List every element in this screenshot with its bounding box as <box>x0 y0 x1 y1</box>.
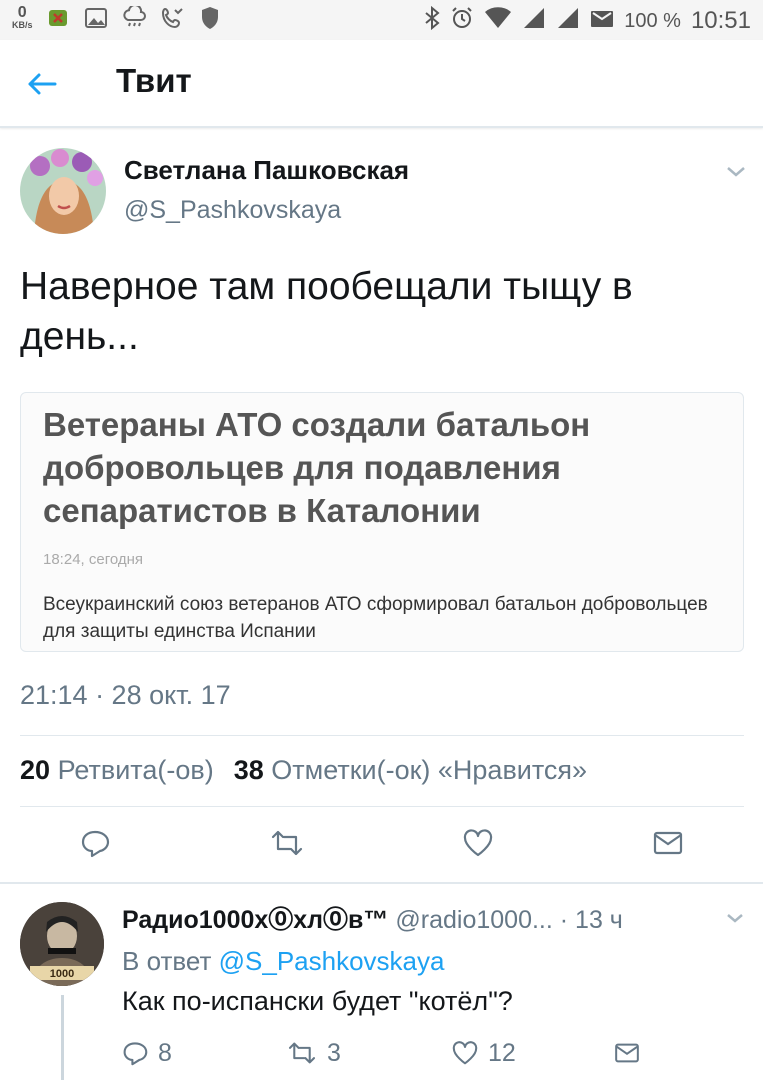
reply-author-name[interactable]: Радио1000х⓪хл⓪в™ <box>122 906 388 934</box>
link-card[interactable]: Ветераны АТО создали батальон добровольц… <box>20 392 744 652</box>
shield-icon <box>197 6 223 30</box>
in-reply-to: В ответ @S_Pashkovskaya <box>122 946 444 977</box>
section-separator <box>0 882 763 884</box>
in-reply-mention[interactable]: @S_Pashkovskaya <box>219 946 445 976</box>
chevron-down-icon <box>727 914 743 923</box>
reply-retweet-button[interactable]: 3 <box>287 1038 341 1068</box>
network-speed-value: 0 <box>17 4 27 21</box>
reply-text: Как по-испански будет "котёл"? <box>122 986 513 1016</box>
thread-line <box>61 995 64 1080</box>
author-handle[interactable]: @S_Pashkovskaya <box>124 196 341 225</box>
signal-icon <box>522 6 546 36</box>
page-title: Твит <box>116 62 192 99</box>
reply-author-avatar[interactable]: 1000 <box>20 902 104 986</box>
app-notification-icon <box>45 6 71 30</box>
reply-like-button[interactable]: 12 <box>452 1038 516 1068</box>
retweet-button[interactable] <box>270 826 304 860</box>
divider <box>20 806 744 807</box>
network-speed: 0 KB/s <box>12 4 33 31</box>
author-avatar[interactable] <box>20 148 106 234</box>
retweet-icon <box>288 1042 316 1064</box>
reply-menu-button[interactable] <box>724 910 746 926</box>
tweet-stats: 20 Ретвита(-ов) 38 Отметки(-ок) «Нравится… <box>20 755 587 786</box>
reply-dm-button[interactable] <box>614 1038 640 1068</box>
reply-reply-count: 8 <box>158 1038 172 1067</box>
reply-reply-button[interactable]: 8 <box>122 1038 172 1068</box>
tweet-text: Наверное там пообещали тыщу в день... <box>20 265 633 358</box>
reply-like-count: 12 <box>488 1038 516 1067</box>
envelope-icon <box>653 831 683 855</box>
signal-2-icon <box>556 6 580 36</box>
reply-header: Радио1000х⓪хл⓪в™ @radio1000... · 13 ч <box>122 900 722 936</box>
image-icon <box>83 6 109 30</box>
clock: 10:51 <box>690 7 751 34</box>
retweet-icon <box>271 830 303 856</box>
reply-icon <box>81 830 110 858</box>
network-speed-unit: KB/s <box>12 20 33 30</box>
reply-author-handle[interactable]: @radio1000... <box>395 906 552 934</box>
author-name[interactable]: Светлана Пашковская <box>124 155 409 186</box>
heart-icon <box>463 829 493 857</box>
tweet-timestamp: 21:14 · 28 окт. 17 <box>20 680 231 710</box>
svg-text:1000: 1000 <box>50 968 74 980</box>
wifi-icon <box>484 6 512 36</box>
divider <box>20 735 744 736</box>
heart-icon <box>452 1041 478 1065</box>
status-bar: 0 KB/s 100 % 10:51 <box>0 0 763 40</box>
card-lead: Всеукраинский союз ветеранов АТО сформир… <box>43 594 708 642</box>
in-reply-prefix: В ответ <box>122 946 212 976</box>
reply-icon <box>123 1042 148 1066</box>
missed-call-icon <box>159 6 185 30</box>
reply-retweet-count: 3 <box>327 1038 341 1067</box>
reply-button[interactable] <box>78 826 112 860</box>
bluetooth-icon <box>424 5 440 36</box>
like-count: 38 <box>233 755 264 785</box>
battery-percent: 100 % <box>624 9 681 32</box>
card-time: 18:24, сегодня <box>43 551 144 568</box>
reply-time: · 13 ч <box>559 906 623 934</box>
retweets-link[interactable]: 20 Ретвита(-ов) <box>20 755 214 785</box>
arrow-left-icon <box>28 73 57 95</box>
chevron-down-icon <box>727 167 745 177</box>
like-button[interactable] <box>461 826 495 860</box>
envelope-icon <box>615 1043 639 1063</box>
like-label: Отметки(-ок) «Нравится» <box>271 755 588 785</box>
tweet-menu-button[interactable] <box>724 162 748 180</box>
alarm-icon <box>450 6 474 36</box>
direct-message-button[interactable] <box>651 826 685 860</box>
mail-notification-icon <box>590 8 614 35</box>
weather-icon <box>121 6 147 30</box>
card-headline: Ветераны АТО создали батальон добровольц… <box>43 406 591 529</box>
likes-link[interactable]: 38 Отметки(-ок) «Нравится» <box>234 755 587 785</box>
retweet-count: 20 <box>20 755 51 785</box>
app-header: Твит <box>0 40 763 128</box>
back-button[interactable] <box>22 64 62 104</box>
retweet-label: Ретвита(-ов) <box>57 755 214 785</box>
